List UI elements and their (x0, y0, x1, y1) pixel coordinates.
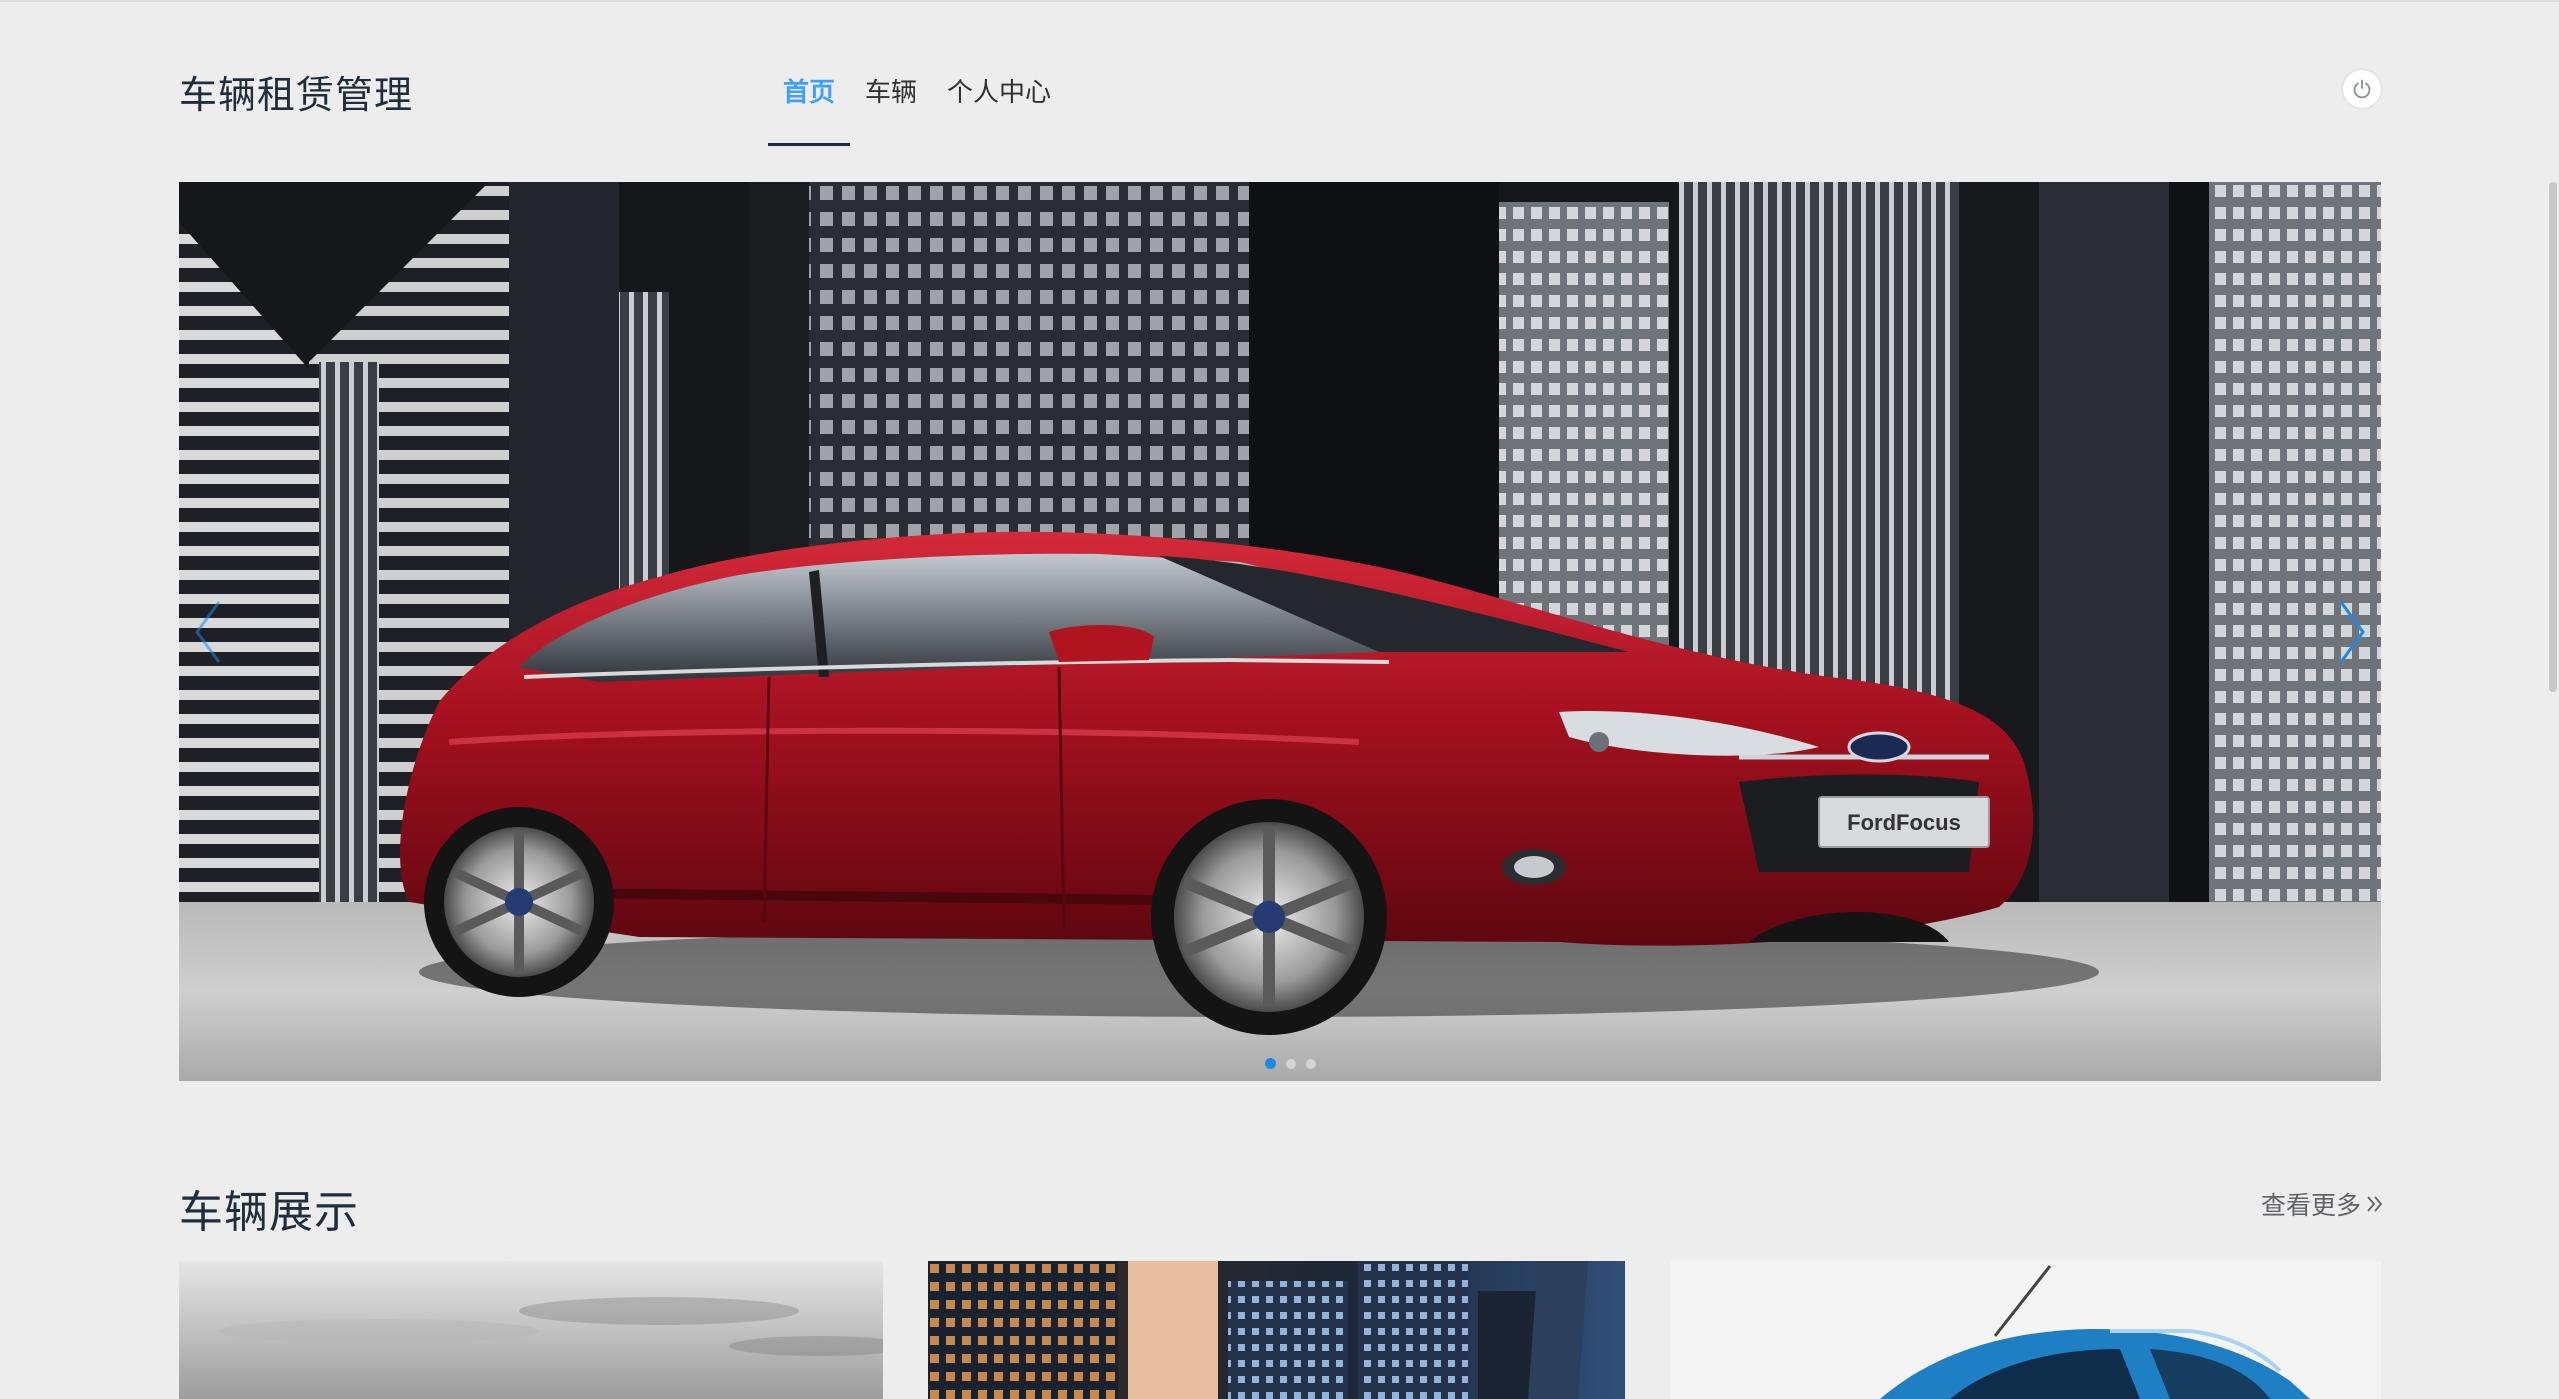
carousel-dot[interactable] (1286, 1058, 1296, 1069)
view-more-link[interactable]: 查看更多 (2261, 1186, 2385, 1222)
vehicle-card-image (928, 1261, 1625, 1399)
page-scrollbar[interactable] (2549, 182, 2557, 692)
logout-button[interactable] (2343, 70, 2381, 108)
nav-item-home[interactable]: 首页 (768, 70, 851, 146)
brand-title: 车辆租赁管理 (179, 73, 414, 117)
carousel-dot[interactable] (1265, 1058, 1276, 1069)
view-more-label: 查看更多 (2261, 1191, 2362, 1220)
vehicle-card-image (179, 1261, 883, 1399)
double-chevron-right-icon (2367, 1196, 2383, 1212)
carousel-indicators (1265, 1058, 1316, 1069)
chevron-right-icon (2339, 601, 2365, 663)
power-icon (2353, 79, 2371, 99)
vehicle-card-image (1670, 1261, 2381, 1399)
carousel-dot[interactable] (1306, 1058, 1316, 1069)
nav-item-personal-center[interactable]: 个人中心 (932, 70, 1066, 146)
nav-item-vehicles[interactable]: 车辆 (850, 70, 932, 146)
hero-carousel: FordFocus (179, 182, 2381, 1081)
vehicle-card[interactable] (928, 1261, 1625, 1399)
carousel-next-button[interactable] (2321, 582, 2381, 682)
chevron-left-icon (195, 601, 221, 663)
site-header: 车辆租赁管理 首页 车辆 个人中心 (0, 0, 2559, 150)
license-plate-text: FordFocus (1847, 810, 1961, 835)
vehicle-card[interactable] (1670, 1261, 2381, 1399)
section-title: 车辆展示 (179, 1187, 359, 1238)
main-nav: 首页 车辆 个人中心 (768, 70, 1066, 146)
carousel-slide-image: FordFocus (179, 182, 2381, 1081)
vehicle-card[interactable] (179, 1261, 883, 1399)
carousel-prev-button[interactable] (179, 582, 239, 682)
